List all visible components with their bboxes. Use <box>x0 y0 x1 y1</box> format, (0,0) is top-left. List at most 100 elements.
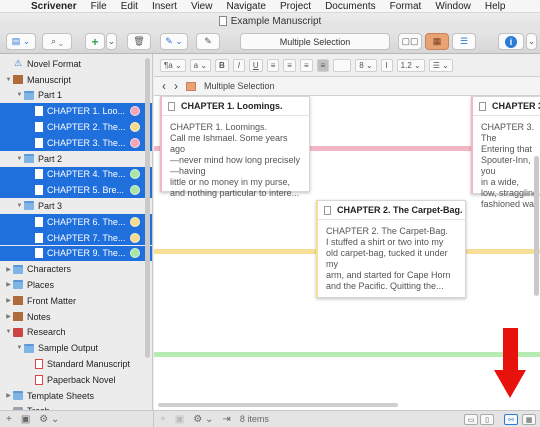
menu-insert[interactable]: Insert <box>145 1 184 12</box>
label-color-dot <box>130 216 140 227</box>
add-folder-button[interactable]: ▣ <box>21 414 30 425</box>
font-size-menu[interactable]: 8 ⌄ <box>355 58 377 72</box>
binder-item[interactable]: CHAPTER 4. The... <box>0 166 152 183</box>
add-item-button[interactable]: + <box>6 414 12 425</box>
align-left-button[interactable]: ≡ <box>266 58 280 72</box>
menu-file[interactable]: File <box>84 1 114 12</box>
menu-format[interactable]: Format <box>383 1 429 12</box>
binder-item[interactable]: CHAPTER 6. The... <box>0 214 152 230</box>
binder-item[interactable]: ▶ Characters <box>0 261 152 277</box>
binder-item[interactable]: ▼ Part 1 <box>0 88 152 104</box>
index-card[interactable]: CHAPTER 2. The Carpet-Bag. CHAPTER 2. Th… <box>316 200 466 298</box>
disclosure-triangle-icon[interactable]: ▶ <box>4 281 13 288</box>
grid-mode-button[interactable]: ▦ <box>522 414 536 425</box>
binder-item[interactable]: CHAPTER 3. The... <box>0 135 152 151</box>
binder-item[interactable]: CHAPTER 5. Bre... <box>0 182 152 198</box>
compose-button[interactable]: ✎ <box>196 33 220 50</box>
binder-item[interactable]: CHAPTER 1. Loo... <box>0 103 152 119</box>
disclosure-triangle-icon[interactable]: ▼ <box>15 203 24 209</box>
binder-item[interactable]: ▼ Part 3 <box>0 198 152 214</box>
back-button[interactable]: ‹ <box>162 79 166 93</box>
disclosure-triangle-icon[interactable]: ▼ <box>15 156 24 162</box>
disclosure-triangle-icon[interactable]: ▼ <box>4 77 13 83</box>
menu-documents[interactable]: Documents <box>318 1 383 12</box>
disclosure-triangle-icon[interactable]: ▶ <box>4 266 13 273</box>
menu-view[interactable]: View <box>184 1 220 12</box>
search-button[interactable]: ⌕ ⌄ <box>42 33 72 50</box>
menu-scrivener[interactable]: Scrivener <box>24 1 84 12</box>
list-menu[interactable]: ☰ ⌄ <box>428 58 453 72</box>
disclosure-triangle-icon[interactable]: ▶ <box>4 313 13 320</box>
disclosure-triangle-icon[interactable]: ▶ <box>4 392 13 399</box>
menu-window[interactable]: Window <box>428 1 478 12</box>
binder-item[interactable]: CHAPTER 9. The... <box>0 245 152 262</box>
binder-item[interactable]: Standard Manuscript <box>0 356 152 372</box>
binder-item[interactable]: ▶ Template Sheets <box>0 388 152 404</box>
binder-item[interactable]: ▼ Part 2 <box>0 151 152 167</box>
menu-navigate[interactable]: Navigate <box>219 1 272 12</box>
binder-item[interactable]: ▶ Front Matter <box>0 293 152 309</box>
binder-item[interactable]: CHAPTER 2. The... <box>0 119 152 135</box>
split-icon[interactable]: ⇥ <box>222 414 230 425</box>
index-card[interactable]: CHAPTER 1. Loomings. CHAPTER 1. Loomings… <box>160 96 310 198</box>
font-menu[interactable]: a ⌄ <box>189 58 212 72</box>
binder-toggle-button[interactable]: ▤ ⌄ <box>6 33 36 50</box>
binder-item[interactable]: ▼ Manuscript <box>0 72 152 88</box>
horizontal-scrollbar[interactable] <box>158 403 398 407</box>
trash-button[interactable]: 🗑 <box>127 33 151 50</box>
italic-button[interactable]: I <box>232 58 245 72</box>
card-synopsis[interactable]: CHAPTER 1. Loomings. Call me Ishmael. So… <box>162 116 309 205</box>
add-card-button[interactable]: + <box>160 414 166 425</box>
card-title[interactable]: CHAPTER 2. The Carpet-Bag. <box>318 201 465 220</box>
binder-item[interactable]: ⚠ Novel Format <box>0 56 152 72</box>
paragraph-style-menu[interactable]: ¶a ⌄ <box>160 58 186 72</box>
card-doc-icon <box>324 205 331 215</box>
add-menu-button[interactable]: ⌄ <box>106 33 117 50</box>
outline-view-button[interactable]: ☰ <box>452 33 476 50</box>
binder-item[interactable]: ▼ Research <box>0 325 152 341</box>
disclosure-triangle-icon[interactable]: ▼ <box>4 329 13 335</box>
inspector-button[interactable]: i <box>498 33 524 50</box>
binder-item[interactable]: CHAPTER 7. The... <box>0 229 152 246</box>
card-title[interactable]: CHAPTER 3. The Spouter-Inn. <box>473 97 540 116</box>
add-folder-card-button[interactable]: ▣ <box>175 414 184 425</box>
card-title[interactable]: CHAPTER 1. Loomings. <box>162 97 309 116</box>
disclosure-triangle-icon[interactable]: ▼ <box>15 345 24 351</box>
card-synopsis[interactable]: CHAPTER 3. The Entering that Spouter-Inn… <box>473 116 540 216</box>
wide-cards-button[interactable]: ▭ <box>464 414 478 425</box>
attach-button[interactable]: ✎ ⌄ <box>160 33 188 50</box>
binder-item[interactable]: ▶ Places <box>0 277 152 293</box>
text-color-swatch[interactable] <box>333 58 352 72</box>
disclosure-triangle-icon[interactable]: ▼ <box>15 92 24 98</box>
align-justify-button[interactable]: ≡ <box>316 58 330 72</box>
menu-help[interactable]: Help <box>478 1 513 12</box>
underline-button[interactable]: U <box>248 58 263 72</box>
line-spacing-menu[interactable]: 1.2 ⌄ <box>396 58 425 72</box>
menu-edit[interactable]: Edit <box>114 1 145 12</box>
align-center-button[interactable]: ≡ <box>283 58 296 72</box>
card-synopsis[interactable]: CHAPTER 2. The Carpet-Bag. I stuffed a s… <box>318 220 465 298</box>
align-right-button[interactable]: ≡ <box>299 58 313 72</box>
index-card[interactable]: CHAPTER 3. The Spouter-Inn. CHAPTER 3. T… <box>471 96 540 209</box>
corkboard-view-button[interactable]: ▦ <box>425 33 449 50</box>
binder-item[interactable]: Paperback Novel <box>0 372 152 388</box>
add-button[interactable]: + <box>85 33 105 50</box>
menu-project[interactable]: Project <box>273 1 318 12</box>
card-doc-icon <box>168 101 175 111</box>
document-title-field[interactable]: Multiple Selection <box>240 33 390 50</box>
narrow-cards-button[interactable]: ▯ <box>480 414 494 425</box>
gear-icon[interactable]: ⚙ ⌄ <box>193 414 213 425</box>
binder-scrollbar[interactable] <box>145 58 150 358</box>
forward-button[interactable]: › <box>174 79 178 93</box>
vertical-scrollbar[interactable] <box>534 156 539 296</box>
bold-button[interactable]: B <box>215 58 229 72</box>
freeform-corkboard[interactable]: CHAPTER 1. Loomings. CHAPTER 1. Loomings… <box>154 96 540 410</box>
binder-item[interactable]: ▶ Notes <box>0 309 152 325</box>
binder-item[interactable]: ▼ Sample Output <box>0 340 152 356</box>
gear-icon[interactable]: ⚙ ⌄ <box>39 414 59 425</box>
disclosure-triangle-icon[interactable]: ▶ <box>4 297 13 304</box>
inspector-menu-button[interactable]: ⌄ <box>526 33 537 50</box>
freeform-mode-button[interactable]: ⚯ <box>504 414 518 425</box>
document-view-button[interactable]: ▢▢ <box>398 33 422 50</box>
binder-item-label: Part 2 <box>38 153 63 164</box>
